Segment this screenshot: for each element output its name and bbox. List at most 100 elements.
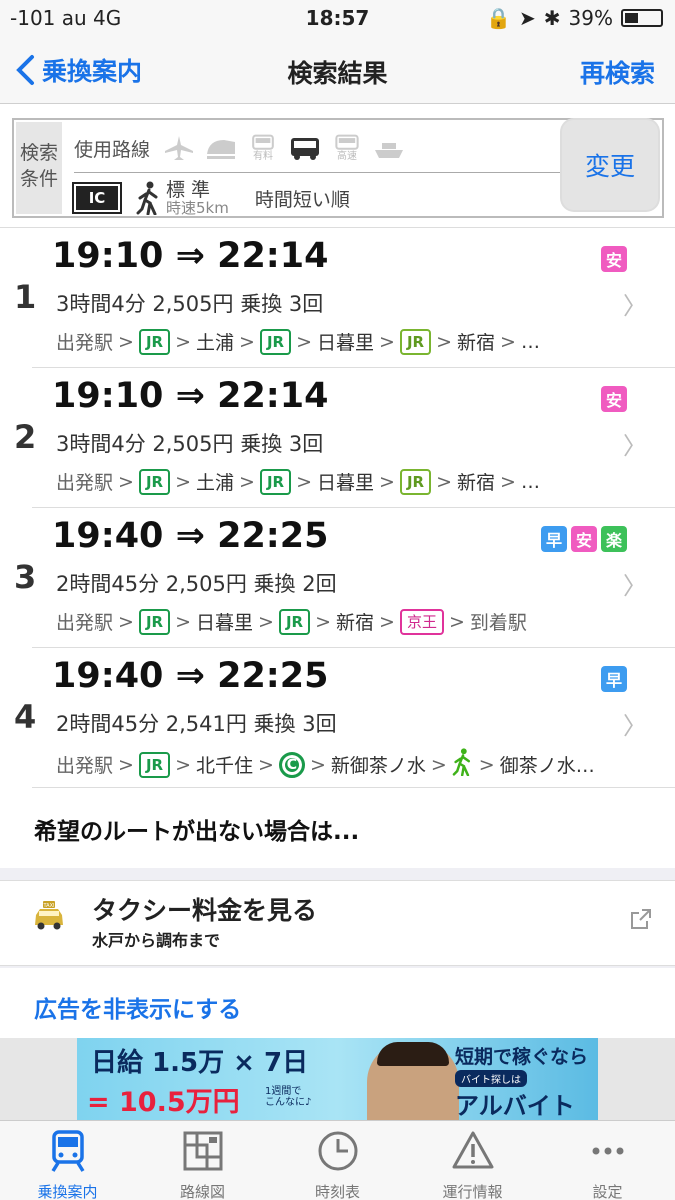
lines-label: 使用路線 <box>74 138 151 161</box>
route-badge: 楽 <box>601 526 627 552</box>
path-separator: > <box>118 330 134 353</box>
jr-line-badge: JR <box>278 608 311 635</box>
route-row-3[interactable]: 3 19:40 ⇒ 22:25 2時間45分 2,505円 乗換 2回早安楽出発駅 >… <box>0 508 675 648</box>
path-separator: > <box>175 330 191 353</box>
path-separator: > <box>175 610 191 633</box>
route-not-found-link[interactable]: 希望のルートが出ない場合は... <box>34 812 359 846</box>
walk-icon <box>452 748 474 781</box>
path-separator: > <box>436 330 452 353</box>
station-name: 土浦 <box>196 472 235 494</box>
path-separator: > <box>239 470 255 493</box>
route-row-4[interactable]: 4 19:40 ⇒ 22:25 2時間45分 2,541円 乗換 3回早出発駅 > JR… <box>0 648 675 788</box>
route-badges: 早安楽 <box>541 526 627 552</box>
route-number: 2 <box>14 418 37 456</box>
ad-banner[interactable]: 日給 1.5万 × 7日 = 10.5万円 1週間で こんなに♪ 短期で稼ぐなら … <box>77 1038 598 1120</box>
station-name: … <box>520 470 540 493</box>
station-name: 出発駅 <box>56 332 114 354</box>
path-separator: > <box>118 610 134 633</box>
path-separator: > <box>296 470 312 493</box>
jr-line-badge: JR <box>138 328 171 355</box>
route-badge: 早 <box>541 526 567 552</box>
transport-modes: 有料 高速 <box>162 134 406 162</box>
route-badges: 早 <box>601 666 627 692</box>
chiyoda-line-icon: C <box>278 751 305 778</box>
battery-level <box>625 13 639 23</box>
jr-line-badge: JR <box>399 328 432 355</box>
change-conditions-button[interactable]: 変更 <box>562 120 658 210</box>
tab-label: 路線図 <box>179 1183 225 1200</box>
route-path: 出発駅 > JR > 土浦 > JR > 日暮里 > JR > 新宿 >… <box>56 328 540 355</box>
ad-person-image <box>367 1042 459 1120</box>
tab-transfer[interactable]: 乗換案内 <box>0 1121 135 1200</box>
taxi-fare-row[interactable]: TAXI タクシー料金を見る 水戸から調布まで <box>0 880 675 966</box>
jr-line-badge: JR <box>399 468 432 495</box>
station-name: 出発駅 <box>56 755 114 777</box>
chevron-right-icon: 〉 <box>623 712 647 740</box>
status-bar: -101 au 4G 18:57 🔒 ➤ ✱ 39% <box>0 0 675 36</box>
station-name: 日暮里 <box>317 472 375 494</box>
path-separator: > <box>430 753 447 776</box>
route-badge: 安 <box>571 526 597 552</box>
station-name: 到着駅 <box>469 612 527 634</box>
chevron-right-icon: 〉 <box>623 292 647 320</box>
route-times: 19:40 ⇒ 22:25 <box>52 516 329 556</box>
shinkansen-icon <box>204 134 238 162</box>
path-separator: > <box>258 753 274 776</box>
route-badge: 安 <box>601 246 627 272</box>
route-path: 出発駅 > JR > 北千住 > C > 新御茶ノ水 > > 御茶ノ水… <box>56 748 595 781</box>
tab-route-map[interactable]: 路線図 <box>135 1121 270 1200</box>
route-number: 3 <box>14 558 37 596</box>
jr-line-badge: JR <box>138 751 171 778</box>
station-name: 出発駅 <box>56 472 114 494</box>
ad-headline: 日給 1.5万 × 7日 <box>91 1048 309 1078</box>
jr-line-badge: JR <box>259 468 292 495</box>
path-separator: > <box>478 753 495 776</box>
battery-icon <box>621 9 663 27</box>
conditions-box: 検索 条件 使用路線 有料 高速 IC 標 準 時速5km 時間短い順 変更 <box>12 118 664 218</box>
battery-percent: 39% <box>568 6 613 30</box>
divider <box>74 172 586 173</box>
hide-ads-link[interactable]: 広告を非表示にする <box>34 990 241 1024</box>
walking-person-icon <box>136 181 158 215</box>
route-path: 出発駅 > JR > 日暮里 > JR > 新宿 > 京王 > 到着駅 <box>56 608 527 635</box>
path-separator: > <box>296 330 312 353</box>
route-row-1[interactable]: 1 19:10 ⇒ 22:14 3時間4分 2,505円 乗換 3回安出発駅 > JR >… <box>0 228 675 368</box>
app-screen: -101 au 4G 18:57 🔒 ➤ ✱ 39% 乗換案内 検索結果 再検索… <box>0 0 675 1200</box>
walk-speed: 標 準 時速5km <box>136 180 229 216</box>
taxi-icon: TAXI <box>35 901 63 930</box>
station-name: 新宿 <box>457 332 496 354</box>
route-summary: 2時間45分 2,505円 乗換 2回 <box>56 572 337 596</box>
station-name: 新宿 <box>457 472 496 494</box>
station-name: 土浦 <box>196 332 235 354</box>
highway-bus-icon: 高速 <box>330 134 364 162</box>
station-name: 御茶ノ水… <box>499 755 595 777</box>
route-badges: 安 <box>601 386 627 412</box>
hide-ads-row: 広告を非表示にする <box>0 968 675 1038</box>
tab-settings[interactable]: 設定 <box>540 1121 675 1200</box>
airplane-icon <box>162 134 196 162</box>
path-separator: > <box>118 470 134 493</box>
path-separator: > <box>258 610 274 633</box>
svg-text:TAXI: TAXI <box>43 903 55 909</box>
station-name: 新御茶ノ水 <box>330 755 426 777</box>
sort-order: 時間短い順 <box>254 188 350 211</box>
ad-right-tag: バイト探しは <box>455 1070 527 1087</box>
tab-service-info[interactable]: 運行情報 <box>405 1121 540 1200</box>
tab-label: 乗換案内 <box>37 1183 98 1200</box>
row-divider <box>32 787 675 788</box>
jr-line-badge: JR <box>138 608 171 635</box>
route-summary: 3時間4分 2,505円 乗換 3回 <box>56 432 324 456</box>
route-times: 19:10 ⇒ 22:14 <box>52 236 329 276</box>
path-separator: > <box>500 470 516 493</box>
taxi-subtitle: 水戸から調布まで <box>92 931 221 950</box>
path-separator: > <box>239 330 255 353</box>
ad-small-note: 1週間で こんなに♪ <box>265 1086 312 1108</box>
tab-timetable[interactable]: 時刻表 <box>270 1121 405 1200</box>
station-name: … <box>520 330 540 353</box>
conditions-label: 検索 条件 <box>16 122 62 214</box>
route-number: 4 <box>14 698 37 736</box>
route-row-2[interactable]: 2 19:10 ⇒ 22:14 3時間4分 2,505円 乗換 3回安出発駅 > JR >… <box>0 368 675 508</box>
location-icon: ➤ <box>519 6 536 30</box>
research-button[interactable]: 再検索 <box>580 54 655 90</box>
route-number: 1 <box>14 278 37 316</box>
